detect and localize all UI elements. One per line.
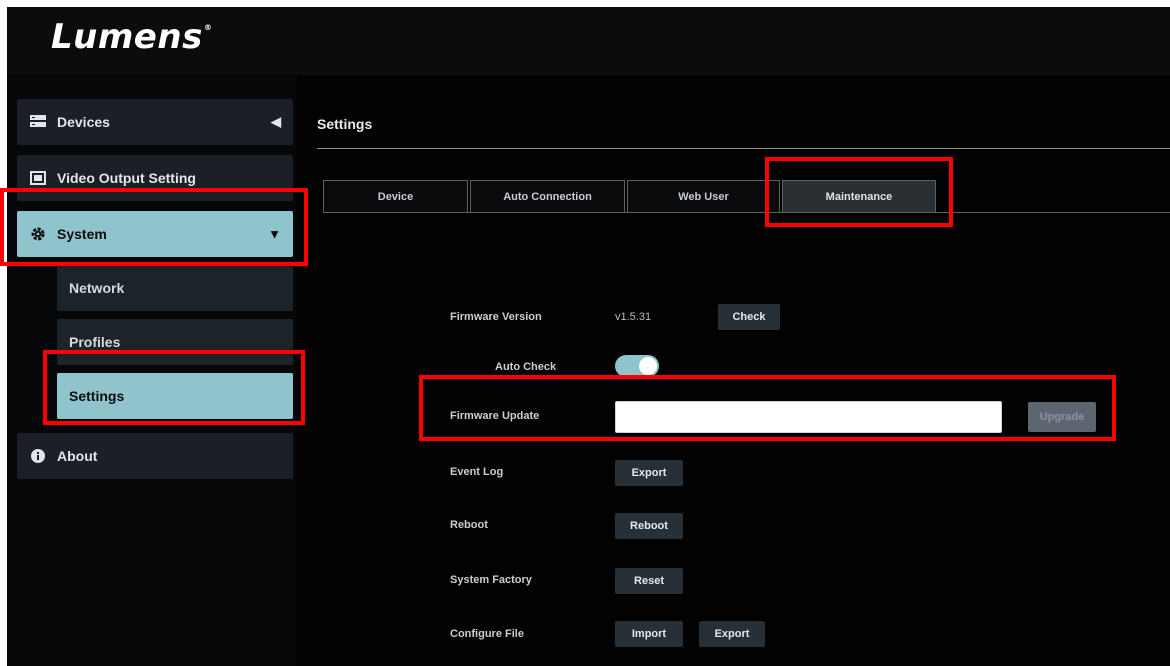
auto-check-label: Auto Check	[495, 361, 557, 373]
tab-label: Auto Connection	[503, 190, 592, 203]
tab-web-user[interactable]: Web User	[627, 180, 780, 212]
tab-divider	[323, 212, 1170, 213]
main-content: Settings Device Auto Connection Web User…	[297, 75, 1170, 666]
config-export-button[interactable]: Export	[699, 621, 765, 647]
reboot-button[interactable]: Reboot	[615, 513, 683, 539]
sidebar-item-devices[interactable]: Devices ◀	[17, 99, 293, 145]
event-log-label: Event Log	[450, 466, 504, 478]
sidebar-subitem-label: Profiles	[69, 334, 121, 350]
video-output-icon	[29, 169, 47, 187]
logo-text: Lumens	[51, 17, 203, 57]
firmware-version-value: v1.5.31	[615, 311, 652, 323]
firmware-version-label: Firmware Version	[450, 311, 542, 323]
tab-maintenance[interactable]: Maintenance	[782, 180, 936, 212]
tab-label: Maintenance	[825, 190, 893, 203]
lumens-logo: Lumens®	[51, 17, 212, 57]
system-factory-label: System Factory	[450, 574, 532, 586]
sidebar-item-video-output-setting[interactable]: Video Output Setting	[17, 155, 293, 201]
sidebar-subitem-settings[interactable]: Settings	[57, 373, 293, 419]
sidebar-item-label: System	[57, 226, 107, 242]
sidebar: Devices ◀ Video Output Setting System ▼ …	[7, 75, 297, 666]
sidebar-item-about[interactable]: About	[17, 433, 293, 479]
check-button[interactable]: Check	[718, 304, 780, 330]
upgrade-button[interactable]: Upgrade	[1028, 402, 1096, 432]
firmware-update-label: Firmware Update	[450, 410, 540, 422]
info-icon	[29, 447, 47, 465]
header-bar: Lumens®	[7, 7, 1170, 75]
sidebar-subitem-network[interactable]: Network	[57, 265, 293, 311]
sidebar-item-label: Devices	[57, 114, 110, 130]
auto-check-toggle[interactable]	[615, 355, 659, 377]
config-import-button[interactable]: Import	[615, 621, 683, 647]
configure-file-label: Configure File	[450, 628, 524, 640]
tab-label: Device	[377, 190, 414, 203]
reboot-label: Reboot	[450, 519, 488, 531]
toggle-knob	[639, 357, 657, 375]
reset-button[interactable]: Reset	[615, 568, 683, 594]
collapse-left-icon: ◀	[271, 114, 281, 129]
settings-tabs: Device Auto Connection Web User Maintena…	[323, 180, 938, 212]
devices-icon	[29, 113, 47, 131]
app-frame: Lumens® Devices ◀ Video Output Setting S…	[7, 7, 1170, 666]
sidebar-item-label: About	[57, 448, 98, 464]
tab-label: Web User	[678, 190, 729, 203]
tab-device[interactable]: Device	[323, 180, 468, 212]
title-divider	[317, 148, 1170, 149]
tab-auto-connection[interactable]: Auto Connection	[470, 180, 625, 212]
sidebar-item-system[interactable]: System ▼	[17, 211, 293, 257]
chevron-down-icon: ▼	[268, 226, 281, 242]
sidebar-item-label: Video Output Setting	[57, 170, 196, 186]
trademark-mark: ®	[203, 23, 213, 32]
sidebar-subitem-profiles[interactable]: Profiles	[57, 319, 293, 365]
sidebar-subitem-label: Settings	[69, 388, 125, 404]
gear-icon	[29, 225, 47, 243]
sidebar-subitem-label: Network	[69, 280, 125, 296]
event-log-export-button[interactable]: Export	[615, 460, 683, 486]
page-title: Settings	[317, 116, 373, 132]
firmware-file-input[interactable]	[615, 401, 1002, 433]
